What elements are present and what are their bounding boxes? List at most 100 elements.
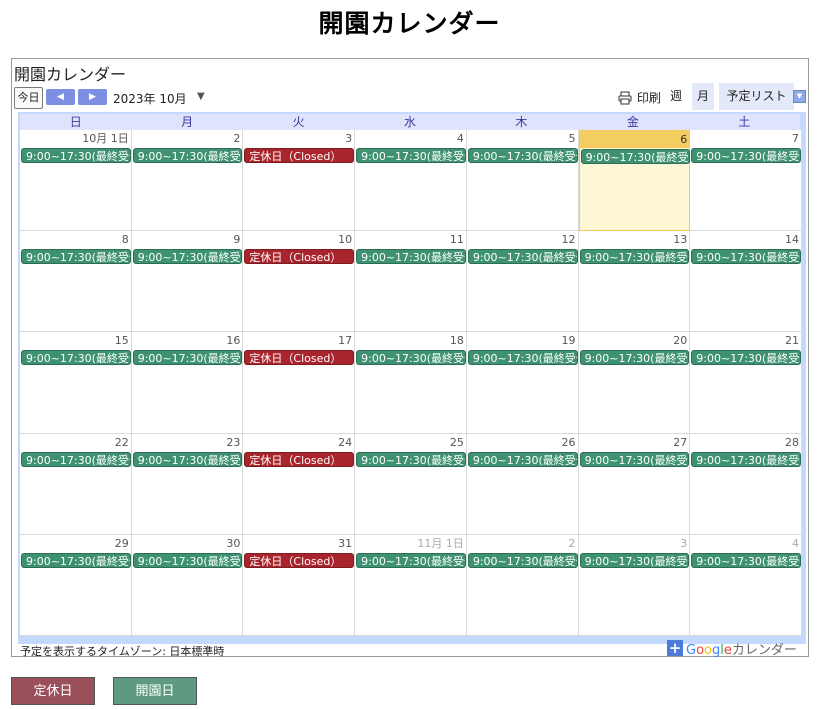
day-cell[interactable]: 239:00~17:30(最終受付16:30) (131, 433, 244, 535)
day-cell[interactable]: 279:00~17:30(最終受付16:30) (578, 433, 691, 535)
day-number[interactable]: 13 (673, 232, 687, 248)
day-cell[interactable]: 10月 1日9:00~17:30(最終受付16:30) (20, 130, 132, 232)
day-cell[interactable]: 31 定休日（Closed） (243, 534, 356, 636)
tab-week[interactable]: 週 (665, 83, 687, 110)
opening-hours-event[interactable]: 9:00~17:30(最終受付16:30) (579, 350, 690, 366)
opening-hours-event[interactable]: 9:00~17:30(最終受付16:30) (467, 552, 578, 568)
day-cell[interactable]: 219:00~17:30(最終受付16:30) (690, 332, 802, 434)
day-cell[interactable]: 159:00~17:30(最終受付16:30) (20, 332, 132, 434)
opening-hours-event[interactable]: 9:00~17:30(最終受付16:30) (356, 451, 466, 467)
day-cell[interactable]: 209:00~17:30(最終受付16:30) (578, 332, 691, 434)
day-cell[interactable]: 59:00~17:30(最終受付16:30) (466, 130, 579, 232)
day-cell[interactable]: 299:00~17:30(最終受付16:30) (20, 534, 132, 636)
day-cell[interactable]: 169:00~17:30(最終受付16:30) (131, 332, 244, 434)
day-cell[interactable]: 10 定休日（Closed） (243, 231, 356, 333)
day-cell[interactable]: 289:00~17:30(最終受付16:30) (690, 433, 802, 535)
opening-hours-event[interactable]: 9:00~17:30(最終受付16:30) (21, 249, 131, 265)
closed-day-event[interactable]: 定休日（Closed） (244, 249, 355, 265)
day-number[interactable]: 25 (450, 435, 464, 451)
day-number[interactable]: 30 (226, 536, 240, 552)
day-number[interactable]: 11月 1日 (417, 536, 464, 552)
opening-hours-event[interactable]: 9:00~17:30(最終受付16:30) (467, 350, 578, 366)
opening-hours-event[interactable]: 9:00~17:30(最終受付16:30) (21, 148, 131, 163)
day-cell[interactable]: 119:00~17:30(最終受付16:30) (355, 231, 467, 333)
opening-hours-event[interactable]: 9:00~17:30(最終受付16:30) (132, 148, 243, 163)
opening-hours-event[interactable]: 9:00~17:30(最終受付16:30) (579, 451, 690, 467)
day-number[interactable]: 23 (226, 435, 240, 451)
opening-hours-event[interactable]: 9:00~17:30(最終受付16:30) (691, 552, 801, 568)
day-cell[interactable]: 229:00~17:30(最終受付16:30) (20, 433, 132, 535)
day-number[interactable]: 10 (338, 232, 352, 248)
day-cell[interactable]: 89:00~17:30(最終受付16:30) (20, 231, 132, 333)
day-cell[interactable]: 139:00~17:30(最終受付16:30) (578, 231, 691, 333)
opening-hours-event[interactable]: 9:00~17:30(最終受付16:30) (467, 148, 578, 163)
day-number[interactable]: 24 (338, 435, 352, 451)
day-cell[interactable]: 49:00~17:30(最終受付16:30) (690, 534, 802, 636)
day-cell[interactable]: 3 定休日（Closed） (243, 130, 356, 232)
opening-hours-event[interactable]: 9:00~17:30(最終受付16:30) (132, 552, 243, 568)
opening-hours-event[interactable]: 9:00~17:30(最終受付16:30) (579, 249, 690, 265)
day-number[interactable]: 28 (785, 435, 799, 451)
current-month-label[interactable]: 2023年 10月 (113, 90, 187, 107)
day-number[interactable]: 4 (792, 536, 799, 552)
view-dropdown-icon[interactable]: ▼ (793, 90, 806, 103)
month-dropdown-icon[interactable]: ▼ (197, 91, 205, 102)
day-cell[interactable]: 29:00~17:30(最終受付16:30) (466, 534, 579, 636)
day-cell[interactable]: 189:00~17:30(最終受付16:30) (355, 332, 467, 434)
opening-hours-event[interactable]: 9:00~17:30(最終受付16:30) (356, 552, 466, 568)
opening-hours-event[interactable]: 9:00~17:30(最終受付16:30) (132, 350, 243, 366)
opening-hours-event[interactable]: 9:00~17:30(最終受付16:30) (356, 249, 466, 265)
day-number[interactable]: 31 (338, 536, 352, 552)
day-number[interactable]: 7 (792, 131, 799, 147)
day-number[interactable]: 5 (569, 131, 576, 147)
opening-hours-event[interactable]: 9:00~17:30(最終受付16:30) (132, 451, 243, 467)
day-number[interactable]: 3 (345, 131, 352, 147)
day-cell[interactable]: 149:00~17:30(最終受付16:30) (690, 231, 802, 333)
opening-hours-event[interactable]: 9:00~17:30(最終受付16:30) (580, 149, 691, 164)
opening-hours-event[interactable]: 9:00~17:30(最終受付16:30) (21, 451, 131, 467)
day-cell[interactable]: 69:00~17:30(最終受付16:30) (578, 130, 691, 232)
opening-hours-event[interactable]: 9:00~17:30(最終受付16:30) (691, 148, 801, 163)
day-cell[interactable]: 29:00~17:30(最終受付16:30) (131, 130, 244, 232)
day-number[interactable]: 4 (457, 131, 464, 147)
day-number[interactable]: 16 (226, 333, 240, 349)
closed-day-event[interactable]: 定休日（Closed） (244, 552, 355, 568)
opening-hours-event[interactable]: 9:00~17:30(最終受付16:30) (467, 451, 578, 467)
day-number[interactable]: 10月 1日 (82, 131, 129, 147)
day-number[interactable]: 22 (115, 435, 129, 451)
tab-agenda[interactable]: 予定リスト (719, 83, 794, 110)
opening-hours-event[interactable]: 9:00~17:30(最終受付16:30) (691, 249, 801, 265)
day-cell[interactable]: 199:00~17:30(最終受付16:30) (466, 332, 579, 434)
prev-month-button[interactable]: ◀ (46, 89, 75, 105)
closed-day-event[interactable]: 定休日（Closed） (244, 148, 355, 163)
day-number[interactable]: 14 (785, 232, 799, 248)
day-number[interactable]: 15 (115, 333, 129, 349)
today-button[interactable]: 今日 (14, 87, 43, 109)
day-number[interactable]: 3 (680, 536, 687, 552)
day-cell[interactable]: 259:00~17:30(最終受付16:30) (355, 433, 467, 535)
day-cell[interactable]: 79:00~17:30(最終受付16:30) (690, 130, 802, 232)
opening-hours-event[interactable]: 9:00~17:30(最終受付16:30) (356, 350, 466, 366)
day-cell[interactable]: 129:00~17:30(最終受付16:30) (466, 231, 579, 333)
day-cell[interactable]: 24 定休日（Closed） (243, 433, 356, 535)
opening-hours-event[interactable]: 9:00~17:30(最終受付16:30) (132, 249, 243, 265)
day-number[interactable]: 6 (680, 132, 687, 148)
day-cell[interactable]: 99:00~17:30(最終受付16:30) (131, 231, 244, 333)
day-number[interactable]: 12 (562, 232, 576, 248)
opening-hours-event[interactable]: 9:00~17:30(最終受付16:30) (21, 552, 131, 568)
day-number[interactable]: 17 (338, 333, 352, 349)
day-cell[interactable]: 11月 1日9:00~17:30(最終受付16:30) (355, 534, 467, 636)
opening-hours-event[interactable]: 9:00~17:30(最終受付16:30) (467, 249, 578, 265)
opening-hours-event[interactable]: 9:00~17:30(最終受付16:30) (691, 451, 801, 467)
day-number[interactable]: 9 (233, 232, 240, 248)
day-number[interactable]: 27 (673, 435, 687, 451)
day-number[interactable]: 29 (115, 536, 129, 552)
day-number[interactable]: 2 (233, 131, 240, 147)
next-month-button[interactable]: ▶ (78, 89, 107, 105)
day-cell[interactable]: 269:00~17:30(最終受付16:30) (466, 433, 579, 535)
day-number[interactable]: 2 (569, 536, 576, 552)
closed-day-event[interactable]: 定休日（Closed） (244, 350, 355, 366)
opening-hours-event[interactable]: 9:00~17:30(最終受付16:30) (579, 552, 690, 568)
day-number[interactable]: 18 (450, 333, 464, 349)
day-number[interactable]: 21 (785, 333, 799, 349)
